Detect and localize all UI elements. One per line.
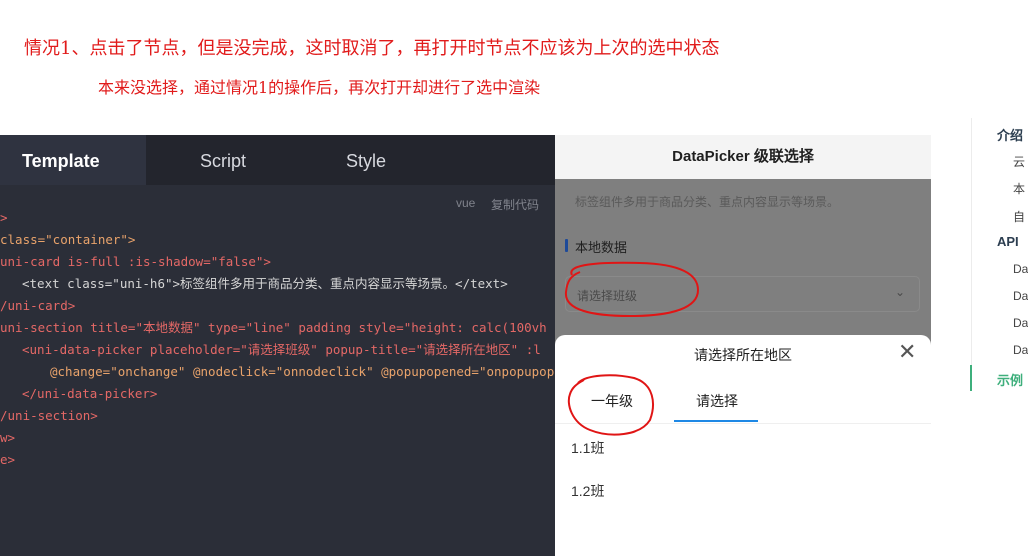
sidenav-item[interactable]: 云 — [1013, 153, 1025, 170]
tab-script[interactable]: Script — [200, 135, 246, 185]
sidenav-item[interactable]: 自 — [1013, 208, 1025, 225]
code-tabbar: Template Script Style — [0, 135, 555, 185]
code-line-9: </uni-data-picker> — [22, 386, 158, 401]
sidenav-item-api[interactable]: API — [997, 234, 1019, 249]
code-panel: Template Script Style vue 复制代码 > class="… — [0, 135, 555, 556]
tab-style[interactable]: Style — [346, 135, 386, 185]
annotation-line-2: 本来没选择，通过情况1的操作后，再次打开却进行了选中渲染 — [98, 78, 541, 97]
code-line-11: w> — [0, 430, 16, 445]
popup-divider — [555, 423, 931, 424]
sidenav-item[interactable]: Da — [1013, 316, 1028, 330]
popup-option[interactable]: 1.2班 — [571, 481, 604, 501]
sidenav-item[interactable]: 本 — [1013, 180, 1025, 197]
code-line-12: e> — [0, 452, 16, 467]
section-title: 本地数据 — [575, 240, 628, 255]
copy-code-button[interactable]: 复制代码 — [491, 196, 539, 213]
code-line-6: uni-section title="本地数据" type="line" pad… — [0, 320, 547, 335]
code-line-10: /uni-section> — [0, 408, 98, 423]
code-line-7: <uni-data-picker placeholder="请选择班级" pop… — [22, 342, 541, 357]
preview-header: DataPicker 级联选择 — [555, 135, 931, 179]
tab-template[interactable]: Template — [0, 135, 146, 185]
sidenav-item-intro[interactable]: 介绍 — [997, 125, 1023, 144]
sidenav-item-examples[interactable]: 示例 — [997, 370, 1023, 389]
code-line-5: /uni-card> — [0, 298, 76, 313]
code-language-label: vue — [456, 196, 476, 210]
data-picker-placeholder: 请选择班级 — [577, 289, 638, 303]
code-line-8: @change="onchange" @nodeclick="onnodecli… — [50, 364, 555, 379]
popup-title: 请选择所在地区 — [694, 347, 792, 363]
section-bar — [565, 239, 568, 252]
annotation-line-1: 情况1、点击了节点，但是没完成，这时取消了，再打开时节点不应该为上次的选中状态 — [24, 38, 720, 59]
popup-option[interactable]: 1.1班 — [571, 438, 604, 458]
sidenav-item[interactable]: Da — [1013, 343, 1028, 357]
close-icon[interactable]: ✕ — [898, 341, 916, 365]
popup-tab-grade[interactable]: 一年级 — [591, 391, 633, 411]
page: 情况1、点击了节点，但是没完成，这时取消了，再打开时节点不应该为上次的选中状态 … — [0, 0, 1028, 556]
data-picker-input[interactable]: 请选择班级 ⌄ — [565, 276, 920, 312]
sidenav-item[interactable]: Da — [1013, 262, 1028, 276]
sidenav-border — [971, 118, 972, 390]
chevron-down-icon: ⌄ — [894, 285, 905, 299]
active-tab-underline — [674, 420, 758, 422]
code-line-2: class="container"> — [0, 232, 136, 247]
code-line-4: <text class="uni-h6">标签组件多用于商品分类、重点内容显示等… — [22, 276, 508, 291]
code-line-3: uni-card is-full :is-shadow="false"> — [0, 254, 271, 269]
code-line-1: > — [0, 210, 8, 225]
popup-tab-select[interactable]: 请选择 — [696, 391, 738, 411]
picker-popup: 请选择所在地区 ✕ 一年级 请选择 1.1班 1.2班 — [555, 335, 931, 556]
sidenav-active-indicator — [970, 365, 972, 391]
sidenav-item[interactable]: Da — [1013, 289, 1028, 303]
preview-description: 标签组件多用于商品分类、重点内容显示等场景。 — [575, 195, 840, 209]
preview-panel: DataPicker 级联选择 标签组件多用于商品分类、重点内容显示等场景。 本… — [555, 135, 931, 556]
